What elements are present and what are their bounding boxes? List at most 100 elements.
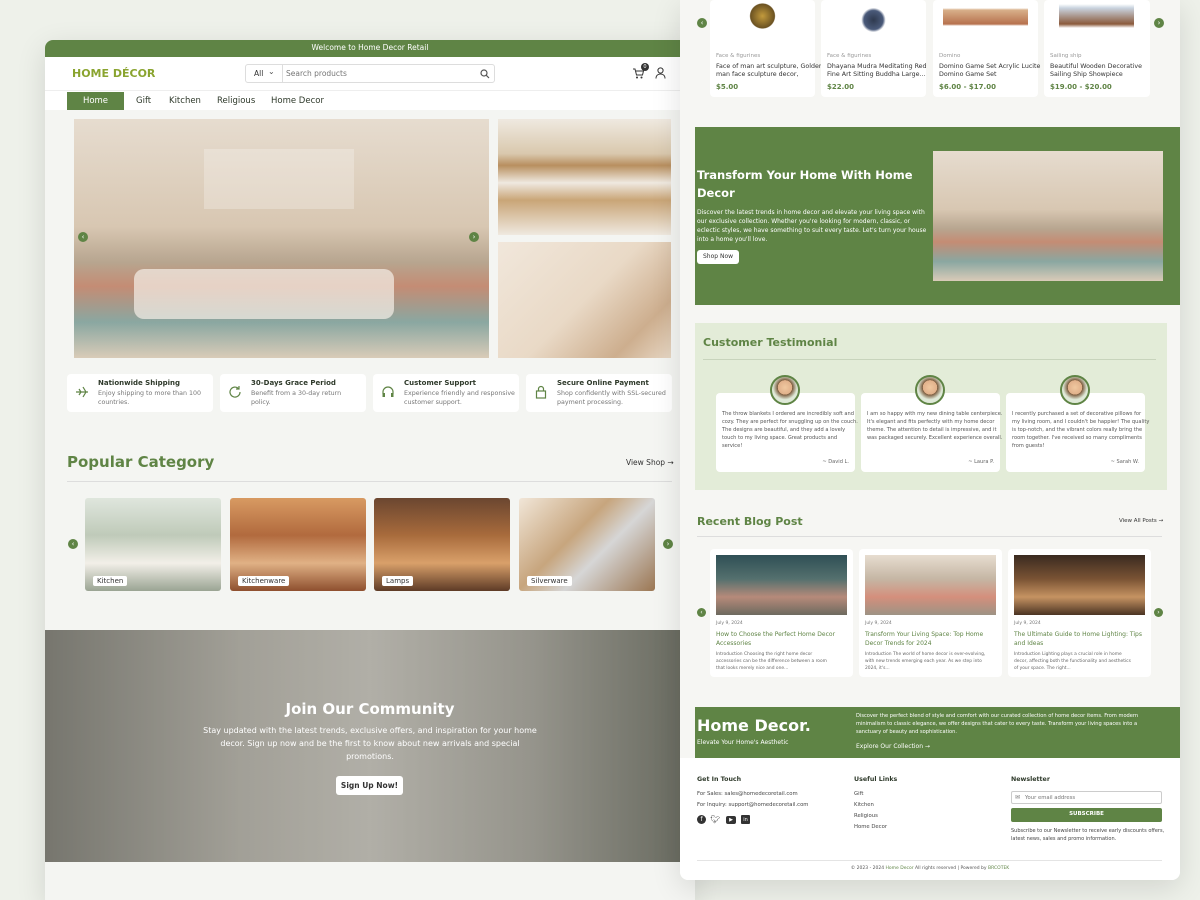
refresh-icon [229,386,241,398]
nav-item-home[interactable]: Home [67,92,124,110]
category-card-lamps[interactable]: Lamps [374,498,510,591]
testimonial-text: I recently purchased a set of decorative… [1012,411,1142,417]
search-icon[interactable] [480,69,490,79]
explore-collection-link[interactable]: Explore Our Collection → [856,743,930,750]
footer-link-religious[interactable]: Religious [854,813,878,819]
footer-inquiry-email[interactable]: For Inquiry: support@homedecoretail.com [697,802,808,808]
copyright-power[interactable]: BRCOTEK [988,866,1009,871]
footer-sales-email[interactable]: For Sales: sales@homedecoretail.com [697,791,798,797]
testimonial-section: Customer Testimonial The throw blankets … [695,323,1167,490]
blog-excerpt: that looks merely nice and one... [716,666,789,671]
category-card-silverware[interactable]: Silverware [519,498,655,591]
nav-item-kitchen[interactable]: Kitchen [169,96,201,106]
user-icon[interactable] [655,67,666,79]
blog-excerpt: with new trends emerging each year. As w… [865,659,982,664]
lock-icon [535,385,547,399]
nav-item-home-decor[interactable]: Home Decor [271,96,324,106]
category-card-kitchenware[interactable]: Kitchenware [230,498,366,591]
testimonial-text: It's elegant and fits perfectly with my … [867,419,995,425]
feature-customer-support: Customer Support Experience friendly and… [373,374,519,412]
community-title: Join Our Community [285,700,455,718]
chevron-right-icon[interactable]: › [1154,608,1163,617]
view-all-posts-link[interactable]: View All Posts → [1119,518,1163,524]
blog-excerpt: Introduction Lighting plays a crucial ro… [1014,652,1122,657]
feature-desc: payment processing. [557,399,623,406]
blog-excerpt: of your space. The right... [1014,666,1071,671]
category-card-kitchen[interactable]: Kitchen [85,498,221,591]
feature-shipping: Nationwide Shipping Enjoy shipping to mo… [67,374,213,412]
community-text: decor. Sign up now and be the first to k… [220,739,520,748]
product-name: Fine Art Sitting Buddha Large... [827,71,926,78]
sign-up-button[interactable]: Sign Up Now! [336,776,403,795]
blog-post-title: Decor Trends for 2024 [865,640,932,647]
search-input[interactable] [286,66,471,81]
facebook-icon[interactable]: f [697,815,706,824]
nav-item-religious[interactable]: Religious [217,96,255,106]
footer-brand: Home Decor. [697,716,811,735]
blog-post-title: and Ideas [1014,640,1044,647]
transform-banner: Transform Your Home With Home Decor Disc… [695,127,1180,305]
site-logo[interactable]: HOME DÉCOR [72,67,155,80]
chevron-left-icon[interactable]: ‹ [697,18,707,28]
transform-text: eclectic styles, we have something to su… [697,227,927,234]
newsletter-text: Subscribe to our Newsletter to receive e… [1011,828,1165,834]
footer-link-home-decor[interactable]: Home Decor [854,824,887,830]
chevron-right-icon[interactable]: › [663,539,673,549]
product-category: Face & figurines [827,53,872,59]
nav-item-gift[interactable]: Gift [136,96,151,106]
blog-excerpt: accessories can be the difference betwee… [716,659,827,664]
footer-link-kitchen[interactable]: Kitchen [854,802,874,808]
transform-image [933,151,1163,281]
blog-date: July 9, 2024 [1014,621,1041,626]
product-card[interactable]: Face & figurines Dhayana Mudra Meditatin… [821,0,927,97]
footer-links-title: Useful Links [854,776,898,783]
transform-title: Decor [697,186,735,200]
nav-home-label: Home [82,96,109,106]
blog-card[interactable]: July 9, 2024 Transform Your Living Space… [859,549,1002,677]
shop-now-button[interactable]: Shop Now [697,250,739,264]
subscribe-button[interactable]: SUBSCRIBE [1011,808,1162,822]
hero-slider-image: ‹ › [74,119,489,358]
feature-title: Nationwide Shipping [98,379,181,387]
category-label: Silverware [527,576,572,586]
twitter-icon[interactable]: 🐦︎ [710,815,720,824]
product-card[interactable]: Domino Domino Game Set Acrylic Lucite Do… [933,0,1040,97]
hero-side-image-vase [498,242,671,358]
testimonial-text: cozy. They are perfect for snuggling up … [722,419,858,425]
product-price: $6.00 - $17.00 [939,83,996,91]
shop-now-label: Shop Now [702,253,734,260]
search-scope-select[interactable]: All [254,69,263,78]
footer-about: sanctuary of beauty and sophistication. [856,729,957,735]
footer-brand-band: Home Decor. Elevate Your Home's Aestheti… [695,707,1180,758]
community-text: Stay updated with the latest trends, exc… [203,726,537,735]
hero-next-button[interactable]: › [469,232,479,242]
category-label: Kitchen [93,576,128,586]
newsletter-email-input[interactable] [1025,793,1159,803]
subscribe-label: SUBSCRIBE [1069,811,1104,817]
top-announcement-bar: Welcome to Home Decor Retail [45,40,695,57]
testimonial-text: is top-notch, and the vibrant colors rea… [1012,427,1143,433]
chevron-left-icon[interactable]: ‹ [68,539,78,549]
product-name: Face of man art sculpture, Golden [716,63,823,70]
footer-link-gift[interactable]: Gift [854,791,863,797]
product-card[interactable]: Face & figurines Face of man art sculptu… [710,0,823,97]
product-card[interactable]: Sailing ship Beautiful Wooden Decorative… [1044,0,1150,97]
product-price: $5.00 [716,83,739,91]
testimonial-text: was packaged securely. Excellent experie… [867,435,1003,441]
blog-card[interactable]: July 9, 2024 How to Choose the Perfect H… [710,549,853,677]
linkedin-icon[interactable]: in [741,815,750,824]
feature-desc: Enjoy shipping to more than 100 [98,390,202,397]
footer-about: minimalism to classic elegance, we offer… [856,721,1138,727]
hero-prev-button[interactable]: ‹ [78,232,88,242]
search-bar: All ⌄ [245,64,495,83]
copyright-brand[interactable]: Home Decor [886,866,914,871]
chevron-left-icon[interactable]: ‹ [697,608,706,617]
avatar [915,375,945,405]
chevron-right-icon[interactable]: › [1154,18,1164,28]
testimonial-text: The designs are beautiful, and they add … [722,427,846,433]
main-page-right: ‹ › Face & figurines Face of man art scu… [680,0,1180,880]
youtube-icon[interactable]: ▶ [726,816,736,824]
blog-card[interactable]: July 9, 2024 The Ultimate Guide to Home … [1008,549,1151,677]
view-shop-link[interactable]: View Shop → [626,458,674,467]
blog-post-title: Accessories [716,640,752,647]
